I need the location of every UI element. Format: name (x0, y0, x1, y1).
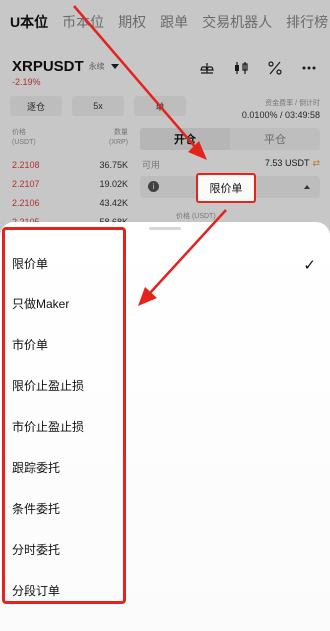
annotation-arrows (73, 5, 227, 306)
arrow-line-bottom (149, 209, 227, 294)
arrow-line-top (73, 5, 197, 149)
